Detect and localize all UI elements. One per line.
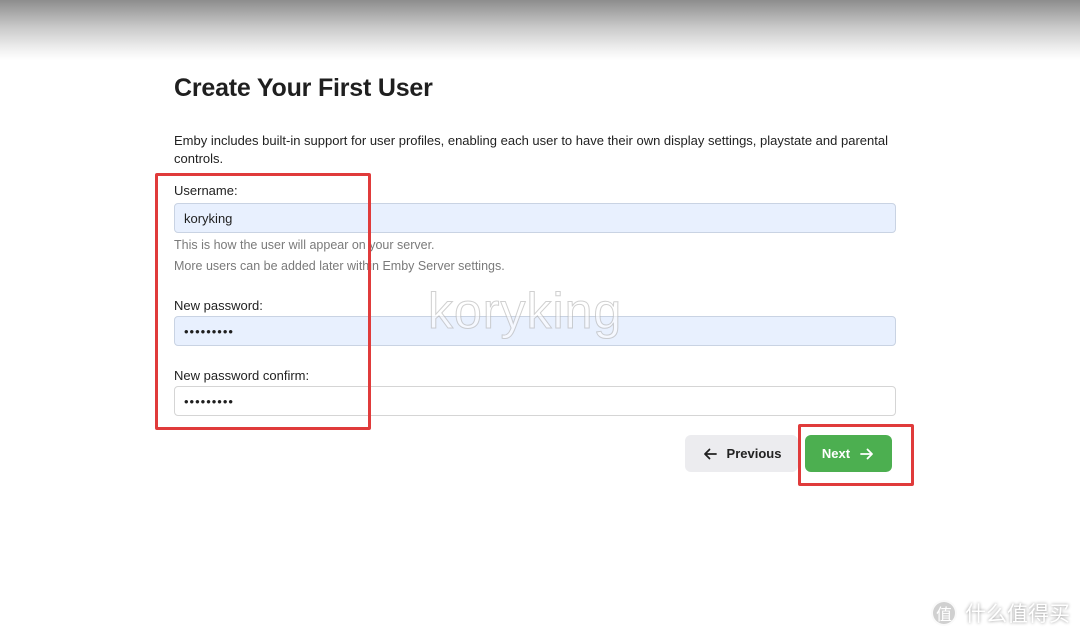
new-password-confirm-input[interactable]: [174, 386, 896, 416]
brand-text: 什么值得买: [965, 602, 1070, 626]
previous-button-label: Previous: [726, 446, 782, 461]
new-password-confirm-label: New password confirm:: [174, 368, 310, 383]
page-title: Create Your First User: [174, 74, 433, 102]
top-gradient-band: [0, 0, 1080, 60]
username-help-text: This is how the user will appear on your…: [174, 238, 435, 252]
previous-button[interactable]: Previous: [685, 435, 798, 472]
next-button-label: Next: [821, 446, 851, 461]
new-password-input[interactable]: [174, 316, 896, 346]
username-help-text-more: More users can be added later within Emb…: [174, 259, 505, 273]
new-password-label: New password:: [174, 298, 263, 313]
username-label: Username:: [174, 183, 238, 198]
intro-text: Emby includes built-in support for user …: [174, 133, 888, 166]
arrow-right-icon: [859, 446, 875, 462]
arrow-left-icon: [702, 446, 718, 462]
brand-logo-icon: 值: [931, 600, 957, 626]
username-input[interactable]: [174, 203, 896, 233]
brand-watermark: 值 什么值得买: [931, 598, 1070, 628]
next-button[interactable]: Next: [805, 435, 892, 472]
